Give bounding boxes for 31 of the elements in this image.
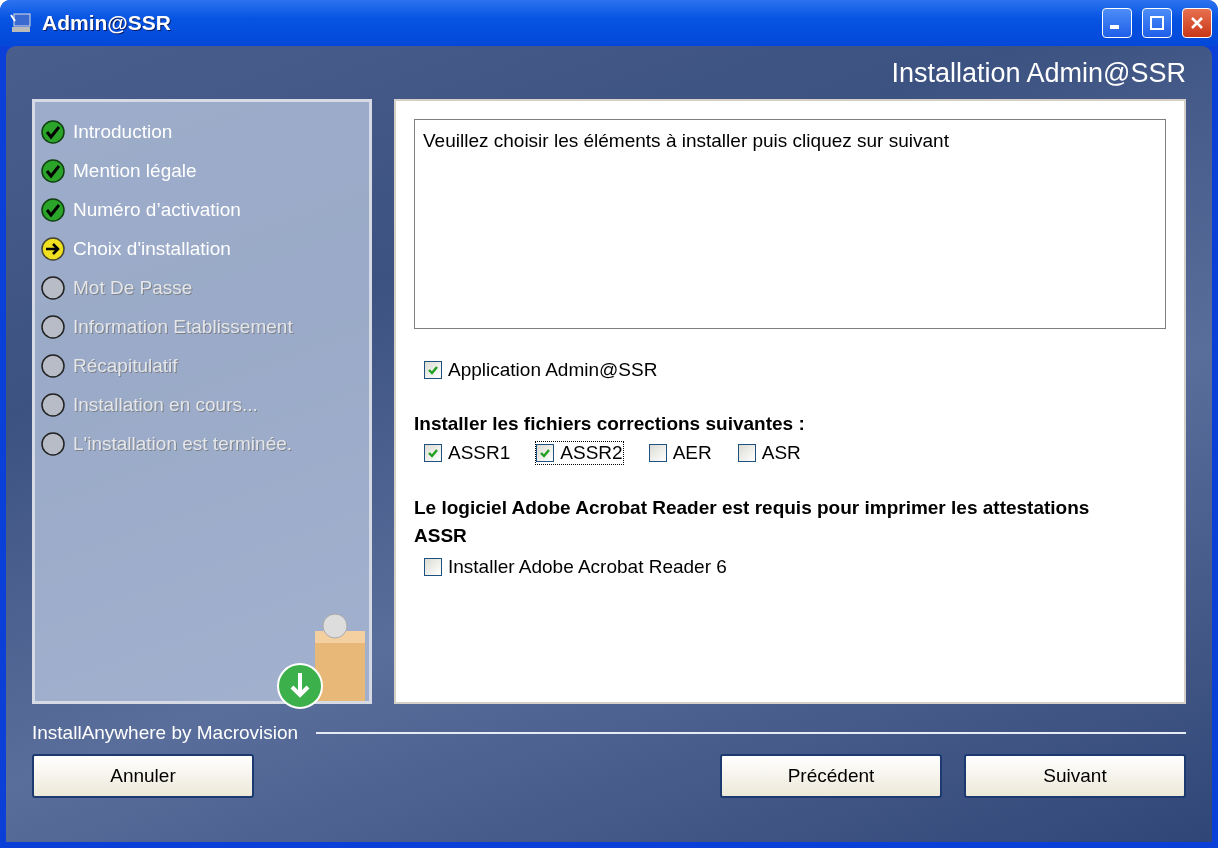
step-label: Introduction: [73, 121, 173, 143]
brand-label: InstallAnywhere by Macrovision: [32, 722, 299, 744]
previous-button[interactable]: Précédent: [720, 754, 942, 798]
maximize-icon: [1149, 15, 1165, 31]
maximize-button[interactable]: [1142, 8, 1172, 38]
step-label: Installation en cours...: [73, 394, 258, 416]
correction-checkbox[interactable]: AER: [648, 442, 712, 464]
window-title: Admin@SSR: [42, 11, 172, 35]
corrections-heading: Installer les fichiers corrections suivantes :: [414, 412, 806, 436]
correction-checkbox[interactable]: ASSR2: [536, 442, 623, 464]
reader-checkbox[interactable]: Installer Adobe Acrobat Reader 6: [424, 556, 727, 578]
step-label: Récapitulatif: [73, 355, 178, 377]
application-checkbox[interactable]: Application Admin@SSR: [424, 359, 658, 381]
close-button[interactable]: [1182, 8, 1212, 38]
step-label: Mention légale: [73, 160, 197, 182]
close-icon: [1189, 15, 1205, 31]
minimize-button[interactable]: [1102, 8, 1132, 38]
computer-icon: [10, 13, 32, 33]
next-button[interactable]: Suivant: [964, 754, 1186, 798]
step-label: Information Etablissement: [73, 316, 293, 338]
correction-checkbox[interactable]: ASR: [737, 442, 801, 464]
cancel-button[interactable]: Annuler: [32, 754, 254, 798]
step-label: L'installation est terminée.: [73, 433, 293, 455]
step-label: Numéro d’activation: [73, 199, 241, 221]
minimize-icon: [1109, 25, 1119, 29]
step-label: Choix d'installation: [73, 238, 231, 260]
installer-title: Installation Admin@SSR: [890, 57, 1186, 90]
step-label: Mot De Passe: [73, 277, 193, 299]
correction-checkbox[interactable]: ASSR1: [424, 442, 511, 464]
reader-heading: Le logiciel Adobe Acrobat Reader est requis pour imprimer les attestations ASSR: [414, 496, 1091, 548]
instructions-box: Veuillez choisir les éléments à installer puis cliquez sur suivant: [414, 119, 1166, 329]
